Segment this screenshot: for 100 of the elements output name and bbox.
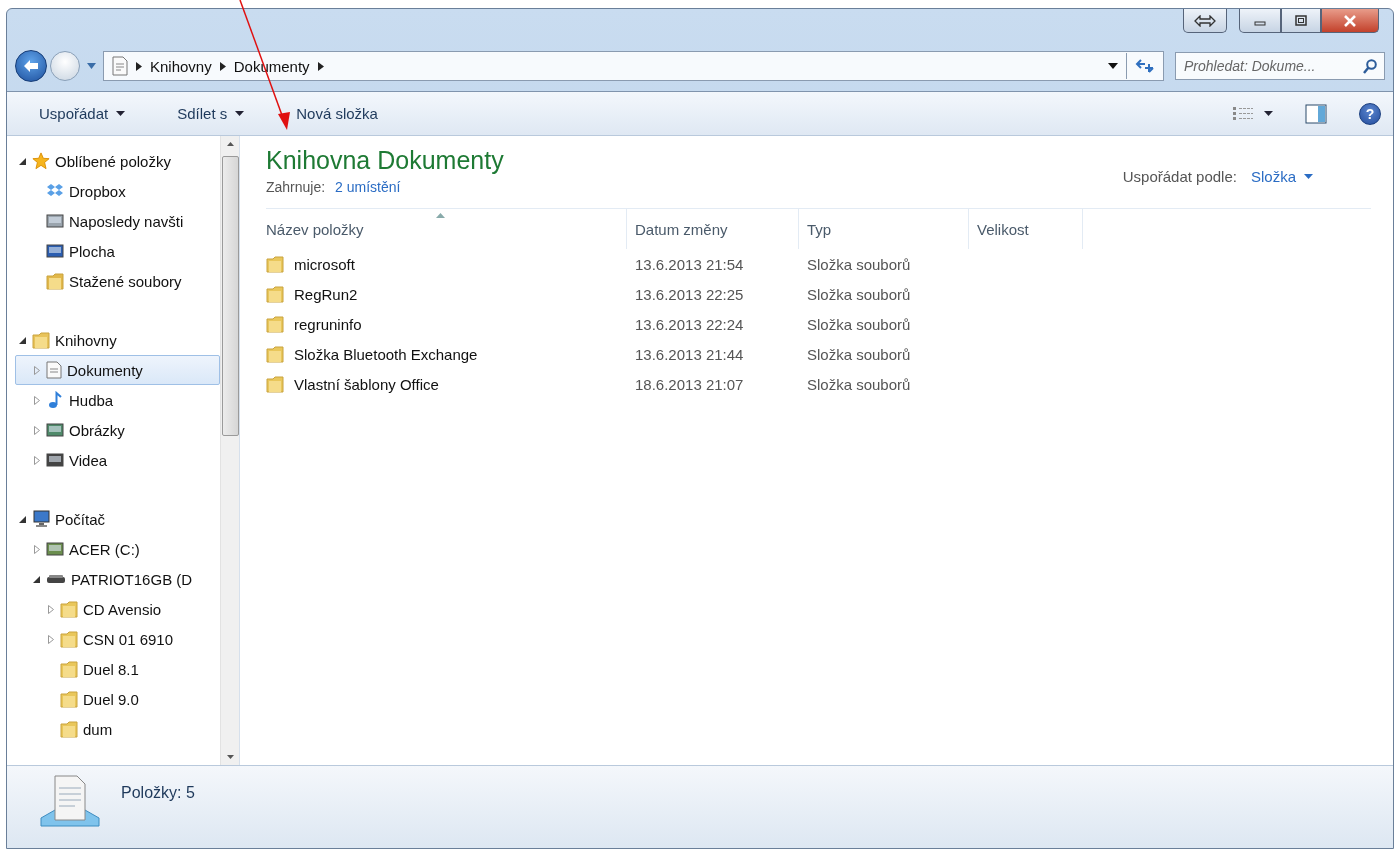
chevron-icon: [136, 61, 142, 71]
table-cell-text: Složka souborů: [806, 285, 912, 303]
column-header[interactable]: Velikost: [969, 209, 1083, 249]
tree-item[interactable]: Naposledy navšti: [15, 206, 220, 236]
caret-icon: [87, 63, 96, 69]
search-field[interactable]: Prohledat: Dokume...: [1175, 52, 1385, 80]
table-cell-text: 18.6.2013 21:07: [634, 375, 745, 393]
tree-item[interactable]: Knihovny: [15, 325, 220, 355]
scrollbar[interactable]: [220, 136, 239, 765]
tree-item[interactable]: Dokumenty: [15, 355, 220, 385]
tree-item-label: Dropbox: [69, 182, 126, 200]
table-cell-text: 13.6.2013 21:44: [634, 345, 745, 363]
preview-pane-icon[interactable]: [1305, 103, 1327, 124]
column-header[interactable]: Typ: [799, 209, 969, 249]
file-name[interactable]: Složka Bluetooth Exchange: [294, 345, 478, 363]
maximize-icon: [1295, 15, 1307, 26]
file-name[interactable]: regruninfo: [294, 315, 362, 333]
music-note-icon: [46, 391, 64, 409]
monitor-icon: [46, 421, 64, 439]
folder-icon: [60, 690, 78, 708]
breadcrumb-link[interactable]: Knihovny: [150, 57, 212, 75]
tree-item[interactable]: ACER (C:): [15, 534, 220, 564]
tree-item[interactable]: Hudba: [15, 385, 220, 415]
close-button[interactable]: [1321, 9, 1379, 33]
file-name[interactable]: microsoft: [294, 255, 355, 273]
dropdown-icon[interactable]: [1108, 63, 1118, 69]
tree-item-label: PATRIOT16GB (D: [71, 570, 193, 588]
scroll-down-icon[interactable]: [226, 755, 234, 759]
expanded-arrow-icon[interactable]: [33, 575, 40, 583]
tree-item-label: Knihovny: [55, 331, 117, 349]
column-header[interactable]: Datum změny: [627, 209, 799, 249]
document-icon: [112, 56, 128, 76]
scroll-up-icon[interactable]: [226, 142, 234, 146]
collapsed-arrow-icon[interactable]: [47, 634, 54, 644]
tree-item-label: Naposledy navšti: [69, 212, 184, 230]
folder-icon: [32, 331, 50, 349]
close-icon: [1343, 14, 1357, 27]
tree-item[interactable]: Duel 8.1: [15, 654, 220, 684]
expanded-arrow-icon[interactable]: [19, 336, 26, 344]
tree-item[interactable]: PATRIOT16GB (D: [15, 564, 220, 594]
tree-item-label: Stažené soubory: [69, 272, 182, 290]
tree-item[interactable]: Oblíbené položky: [15, 146, 220, 176]
table-cell-text: Složka souborů: [806, 315, 912, 333]
folder-icon: [60, 630, 78, 648]
scroll-thumb[interactable]: [221, 156, 239, 436]
tree-item-label: Počítač: [55, 510, 106, 528]
tree-item-label: Duel 9.0: [83, 690, 139, 708]
toolbar-button[interactable]: Uspořádat: [35, 101, 130, 126]
locations-link[interactable]: 2 umístění: [335, 179, 401, 195]
column-header[interactable]: Název položky: [266, 209, 627, 249]
help-button[interactable]: ?: [1359, 102, 1381, 125]
table-cell-text: Složka souborů: [806, 255, 912, 273]
tree-item[interactable]: Počítač: [15, 504, 220, 534]
view-list-icon[interactable]: [1232, 105, 1254, 122]
expanded-arrow-icon[interactable]: [19, 157, 26, 165]
minimize-button[interactable]: [1239, 9, 1281, 33]
caret-icon[interactable]: [1264, 111, 1273, 116]
collapsed-arrow-icon[interactable]: [47, 604, 54, 614]
toolbar-button[interactable]: Sdílet s: [173, 101, 249, 126]
collapsed-arrow-icon[interactable]: [33, 395, 40, 405]
tree-item[interactable]: Duel 9.0: [15, 684, 220, 714]
arrange-label: Uspořádat podle:: [1122, 168, 1237, 185]
tree-item[interactable]: CD Avensio: [15, 594, 220, 624]
tree-item[interactable]: Plocha: [15, 236, 220, 266]
tree-item-label: dum: [83, 720, 113, 738]
tree-item[interactable]: Obrázky: [15, 415, 220, 445]
tree-item[interactable]: Stažené soubory: [15, 266, 220, 296]
tree-item-label: Plocha: [69, 242, 115, 260]
tree-item-label: Obrázky: [69, 421, 125, 439]
tree-item-label: Videa: [69, 451, 108, 469]
folder-icon: [60, 600, 78, 618]
table-cell-text: Složka souborů: [806, 345, 912, 363]
collapsed-arrow-icon[interactable]: [33, 455, 40, 465]
back-button[interactable]: [15, 50, 47, 82]
tree-item-label: Hudba: [69, 391, 114, 409]
chevron-icon: [219, 61, 226, 71]
tree-item[interactable]: Videa: [15, 445, 220, 475]
search-icon: [1363, 59, 1377, 74]
tree-item[interactable]: dum: [15, 714, 220, 744]
tree-item[interactable]: CSN 01 6910: [15, 624, 220, 654]
tree-item-label: Dokumenty: [67, 361, 143, 379]
computer-icon: [32, 510, 50, 528]
maximize-button[interactable]: [1281, 9, 1321, 33]
item-count: Položky: 5: [121, 784, 195, 802]
tree-item[interactable]: Dropbox: [15, 176, 220, 206]
expanded-arrow-icon[interactable]: [19, 515, 26, 523]
collapsed-arrow-icon[interactable]: [33, 544, 40, 554]
drive-icon: [46, 574, 66, 584]
refresh-icon[interactable]: [1135, 58, 1155, 74]
file-name[interactable]: Vlastní šablony Office: [294, 375, 439, 393]
swap-button[interactable]: [1183, 9, 1227, 33]
file-name[interactable]: RegRun2: [294, 285, 358, 303]
folder-icon: [266, 375, 284, 393]
arrange-dropdown[interactable]: Složka: [1250, 168, 1313, 185]
sort-arrow-icon: [436, 213, 445, 218]
double-arrow-icon: [1194, 14, 1216, 27]
toolbar-button[interactable]: Nová složka: [292, 101, 382, 126]
library-title: Knihovna Dokumenty: [266, 146, 504, 175]
collapsed-arrow-icon[interactable]: [33, 425, 40, 435]
folder-icon: [46, 272, 64, 290]
